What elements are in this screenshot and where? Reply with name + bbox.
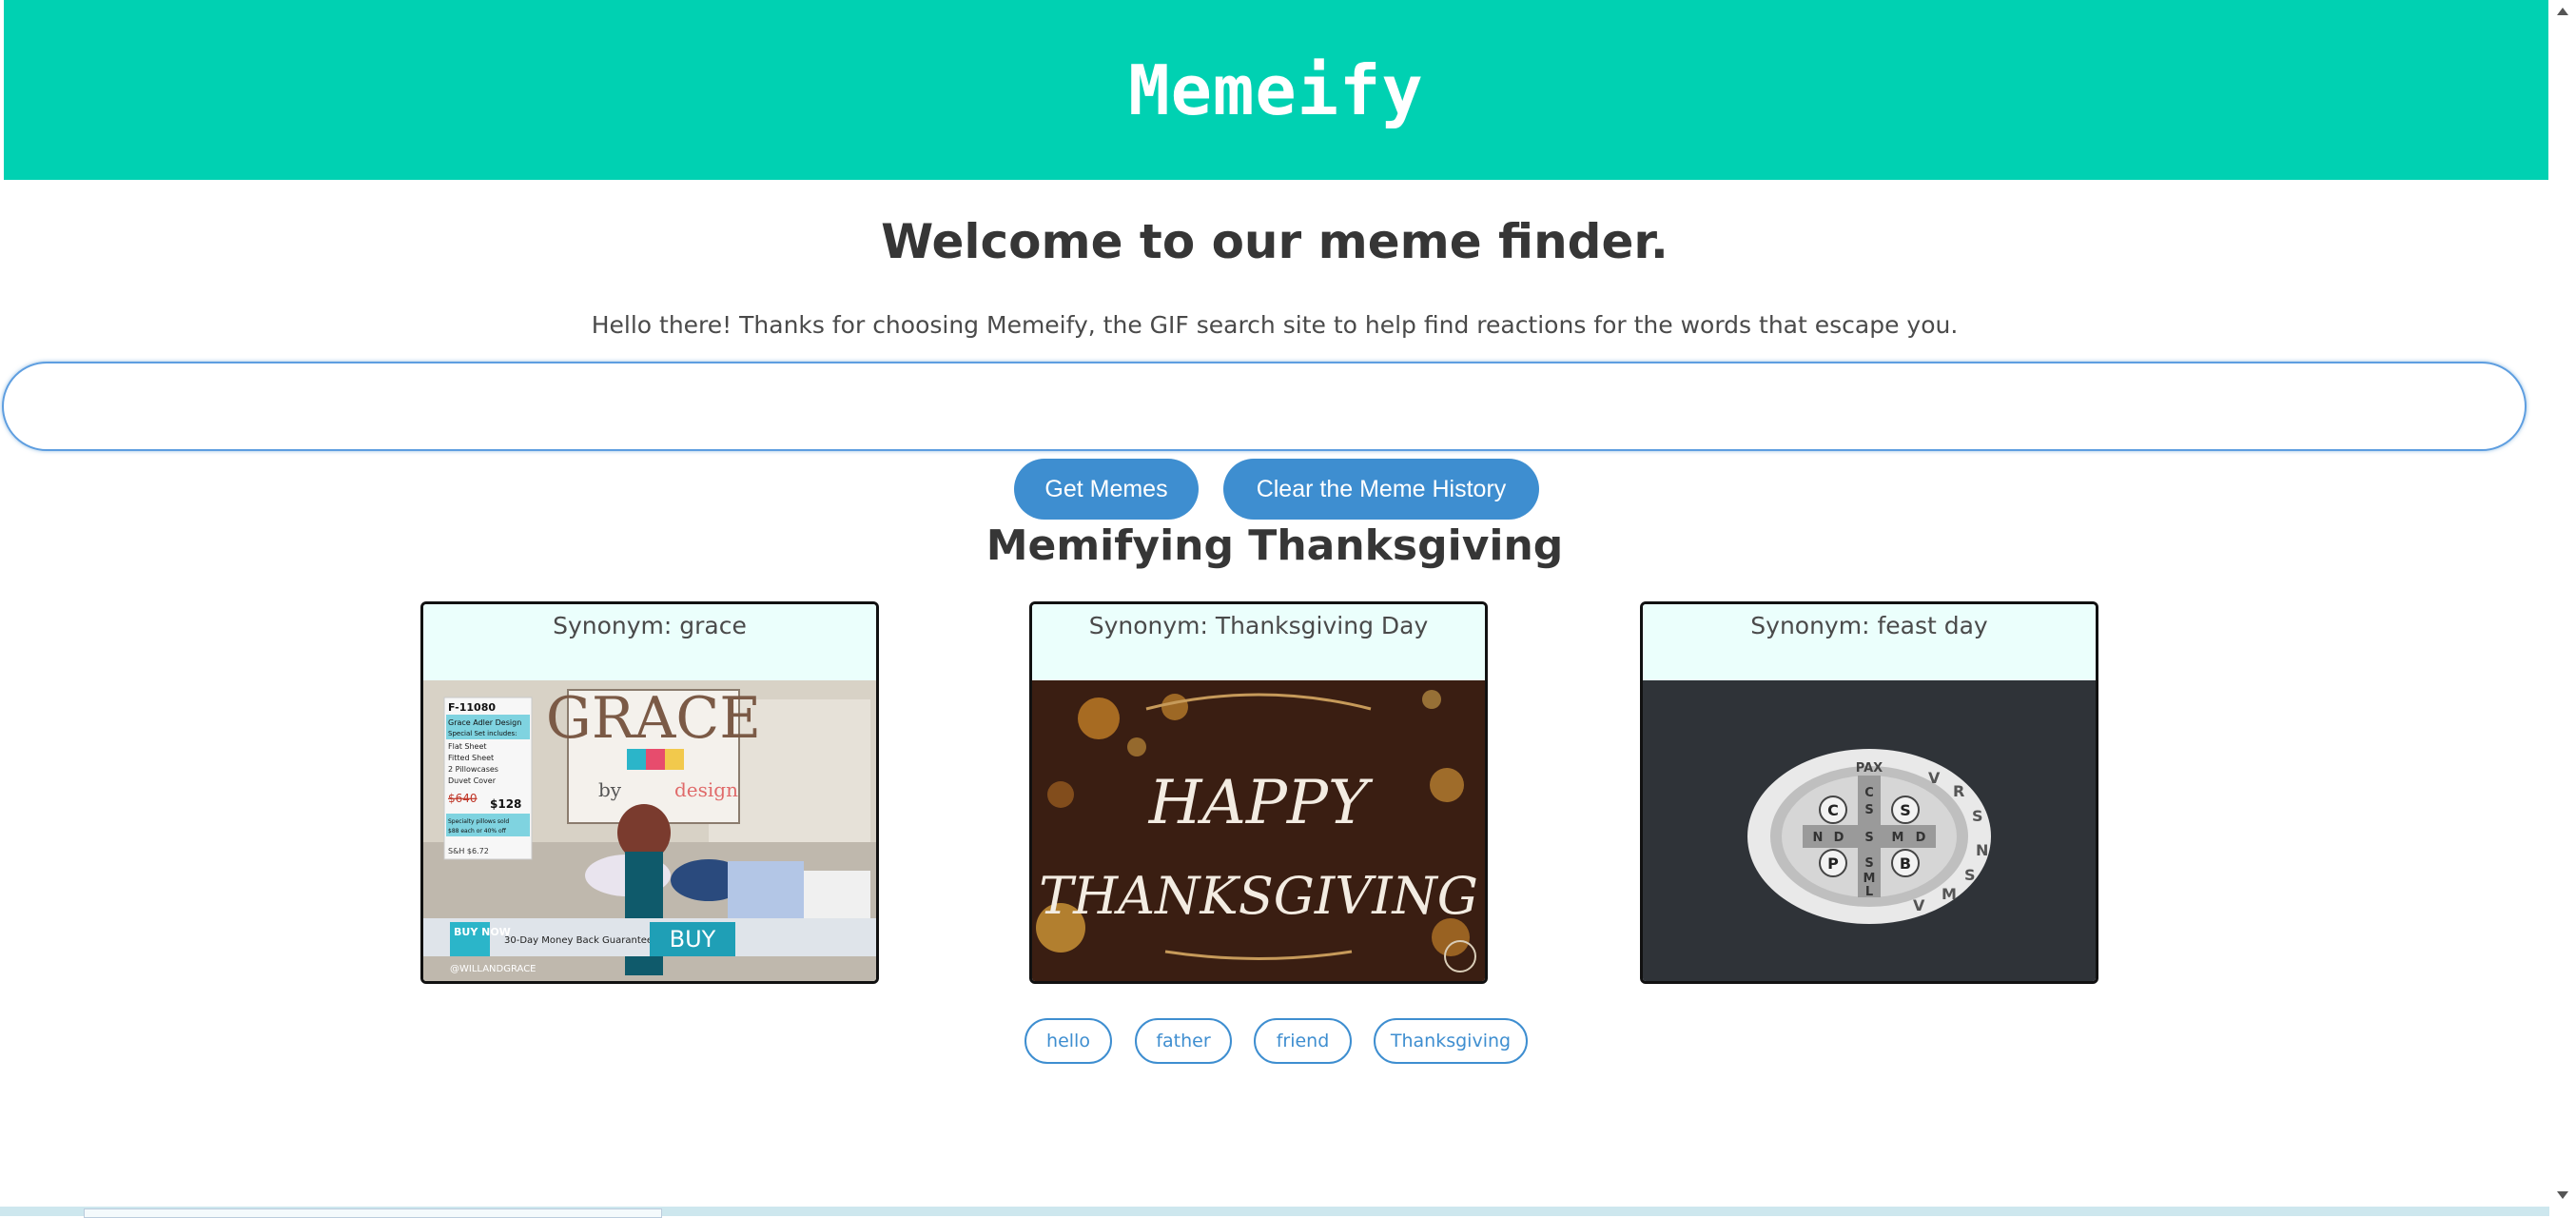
welcome-heading: Welcome to our meme finder. [881, 214, 1669, 269]
medal-cross-letter: M [1864, 872, 1876, 886]
card-synonym-label: Synonym: Thanksgiving Day [1032, 604, 1485, 680]
grace-product-line: Flat Sheet [448, 742, 487, 751]
grace-item-code: F-11080 [448, 701, 496, 714]
grace-sale-price: S&H $6.72 [448, 847, 489, 855]
clear-history-button[interactable]: Clear the Meme History [1223, 459, 1539, 520]
results-title: Memifying Thanksgiving [986, 521, 1564, 570]
grace-product-line: Fitted Sheet [448, 754, 494, 762]
grace-sign-text: GRACE [546, 685, 761, 752]
medal-cross-letter: M [1892, 831, 1904, 845]
medal-cross-letter: S [1864, 831, 1873, 845]
site-title: Memeify [1128, 49, 1424, 130]
taskbar-item[interactable] [84, 1208, 662, 1218]
grace-buy-now: BUY NOW [454, 926, 511, 938]
medal-pax: PAX [1856, 761, 1883, 776]
grace-old-price: $640 [448, 792, 478, 805]
card-synonym-label: Synonym: feast day [1643, 604, 2096, 680]
thanksgiving-line-1: HAPPY [1148, 768, 1374, 838]
grace-byline-design: design [674, 778, 738, 801]
grace-handle: @WILLANDGRACE [450, 964, 537, 974]
get-memes-button[interactable]: Get Memes [1014, 459, 1199, 520]
scroll-down-arrow-icon[interactable] [2557, 1191, 2568, 1199]
medal-cross-letter: S [1864, 856, 1873, 871]
medal-cross-letter: C [1864, 786, 1874, 800]
meme-gif-grace[interactable]: GRACE by design F-11080 Grace Adler Desi… [423, 680, 876, 981]
grace-guarantee: 30-Day Money Back Guarantee [504, 935, 653, 946]
meme-card-thanksgiving-day: Synonym: Thanksgiving Day HAPPY THANKSGI… [1029, 601, 1488, 984]
medal-ring-letter: V [1928, 769, 1941, 787]
meme-gif-feast-day[interactable]: PAX V R S N S M V C S S M L N D S M D C … [1643, 680, 2096, 981]
vertical-scrollbar[interactable] [2549, 0, 2576, 1216]
grace-byline-by: by [598, 778, 622, 801]
page-viewport: Memeify Welcome to our meme finder. Hell… [0, 0, 2549, 1208]
medal-cross-letter: D [1916, 831, 1926, 845]
scroll-up-arrow-icon[interactable] [2557, 8, 2568, 15]
grace-product-line: Special Set includes: [448, 730, 517, 737]
medal-corner-letter: B [1900, 855, 1911, 873]
medal-ring-letter: M [1942, 885, 1957, 903]
meme-card-feast-day: Synonym: feast day PAX V R S N S M V C S… [1640, 601, 2098, 984]
history-tag[interactable]: father [1135, 1018, 1232, 1064]
thanksgiving-line-2: THANKSGIVING [1039, 866, 1478, 926]
medal-ring-letter: V [1913, 896, 1925, 914]
search-input[interactable] [2, 362, 2527, 451]
card-synonym-label: Synonym: grace [423, 604, 876, 680]
grace-new-price: $128 [490, 797, 521, 811]
medal-ring-letter: N [1976, 841, 1988, 859]
meme-gif-thanksgiving[interactable]: HAPPY THANKSGIVING [1032, 680, 1485, 981]
medal-cross-letter: N [1813, 831, 1824, 845]
grace-price-note: Specialty pillows sold [448, 818, 509, 825]
grace-product-line: Grace Adler Design [448, 718, 521, 727]
medal-corner-letter: P [1827, 855, 1839, 873]
medal-cross-letter: S [1864, 803, 1873, 817]
intro-text: Hello there! Thanks for choosing Memeify… [591, 311, 1959, 339]
history-tag[interactable]: Thanksgiving [1374, 1018, 1528, 1064]
medal-corner-letter: C [1827, 801, 1839, 819]
medal-corner-letter: S [1900, 801, 1911, 819]
medal-ring-letter: S [1964, 866, 1976, 884]
medal-cross-letter: D [1834, 831, 1844, 845]
medal-ring-letter: R [1953, 782, 1964, 800]
history-tag[interactable]: friend [1254, 1018, 1352, 1064]
grace-product-line: Duvet Cover [448, 776, 497, 785]
grace-product-line: 2 Pillowcases [448, 765, 498, 774]
meme-card-grace: Synonym: grace GRACE by design F-11080 G… [420, 601, 879, 984]
medal-ring-letter: S [1972, 807, 1983, 825]
grace-price-note-2: $88 each or 40% off [448, 828, 507, 835]
grace-buy: BUY [670, 926, 716, 953]
site-header: Memeify [4, 0, 2548, 180]
history-tag[interactable]: hello [1025, 1018, 1112, 1064]
medal-cross-letter: L [1865, 885, 1873, 899]
